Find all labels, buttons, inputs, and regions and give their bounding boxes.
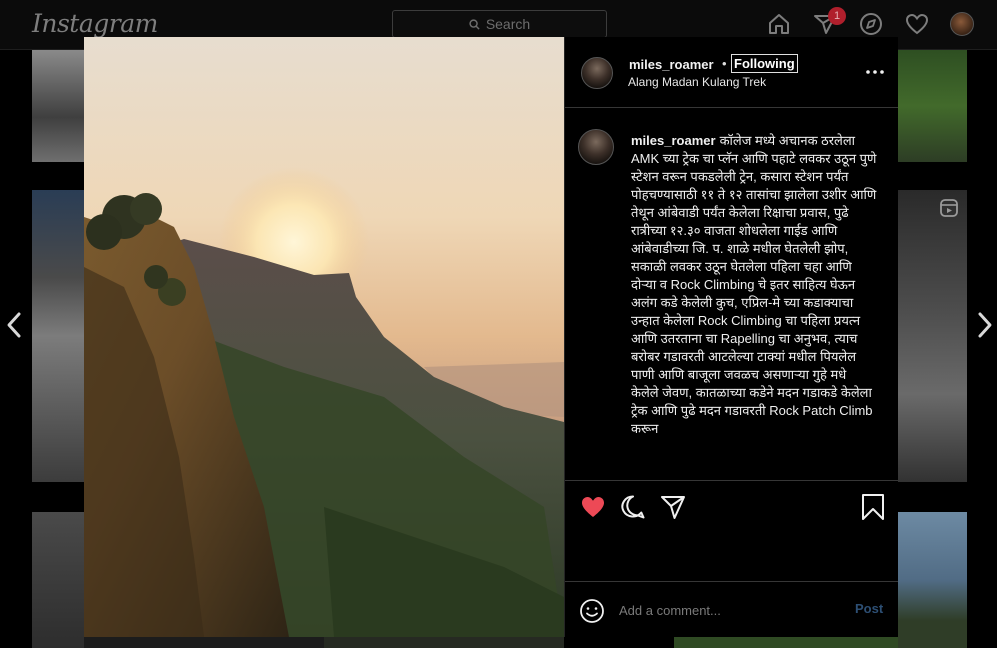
comment-icon[interactable] xyxy=(619,493,647,521)
home-icon[interactable] xyxy=(766,11,792,37)
comment-input[interactable] xyxy=(619,598,839,622)
caption-author-avatar[interactable] xyxy=(578,129,614,165)
more-options-icon[interactable] xyxy=(863,62,887,82)
comments-section[interactable]: miles_roamer कॉलेज मध्ये अचानक ठरलेला AMK… xyxy=(565,109,898,481)
profile-avatar[interactable] xyxy=(950,12,974,36)
post-modal: miles_roamer • Following Alang Madan Kul… xyxy=(84,37,898,637)
separator-dot: • xyxy=(722,56,727,71)
share-icon[interactable] xyxy=(659,493,687,521)
heart-icon[interactable] xyxy=(904,11,930,37)
direct-icon[interactable]: 1 xyxy=(812,7,846,37)
search-icon xyxy=(469,18,480,30)
reel-icon xyxy=(940,199,958,217)
like-heart-icon[interactable] xyxy=(579,493,607,521)
caption-username[interactable]: miles_roamer xyxy=(631,133,716,148)
notification-badge: 1 xyxy=(828,7,846,25)
save-bookmark-icon[interactable] xyxy=(859,493,887,521)
search-box[interactable]: Search xyxy=(392,10,607,38)
grid-thumbnail[interactable] xyxy=(897,512,967,648)
nav-icons: 1 xyxy=(766,7,974,37)
grid-thumbnail[interactable] xyxy=(897,50,967,162)
grid-thumbnail[interactable] xyxy=(674,636,898,648)
post-actions xyxy=(565,485,898,525)
previous-post-arrow-icon[interactable] xyxy=(4,310,24,340)
grid-thumbnail[interactable] xyxy=(32,190,84,482)
grid-thumbnail[interactable] xyxy=(324,636,564,648)
instagram-logo[interactable]: Instagram xyxy=(32,9,158,38)
grid-thumbnail[interactable] xyxy=(32,50,84,162)
post-sidebar: miles_roamer • Following Alang Madan Kul… xyxy=(564,37,898,637)
post-location[interactable]: Alang Madan Kulang Trek xyxy=(628,75,766,89)
next-post-arrow-icon[interactable] xyxy=(975,310,995,340)
grid-thumbnail[interactable] xyxy=(32,512,84,648)
caption-text: कॉलेज मध्ये अचानक ठरलेला AMK च्या ट्रेक … xyxy=(631,133,877,436)
author-username[interactable]: miles_roamer xyxy=(629,57,714,72)
post-caption: miles_roamer कॉलेज मध्ये अचानक ठरलेला AMK… xyxy=(631,132,877,438)
grid-thumbnail[interactable] xyxy=(897,190,967,482)
post-photo[interactable] xyxy=(84,37,564,637)
post-comment-button[interactable]: Post xyxy=(855,601,883,616)
emoji-icon[interactable] xyxy=(579,598,605,624)
author-avatar[interactable] xyxy=(581,57,613,89)
explore-icon[interactable] xyxy=(858,11,884,37)
search-placeholder: Search xyxy=(485,16,531,32)
grid-thumbnail[interactable] xyxy=(84,636,324,648)
add-comment-bar: Post xyxy=(565,581,898,637)
post-header: miles_roamer • Following Alang Madan Kul… xyxy=(565,37,898,108)
following-button[interactable]: Following xyxy=(731,54,798,73)
